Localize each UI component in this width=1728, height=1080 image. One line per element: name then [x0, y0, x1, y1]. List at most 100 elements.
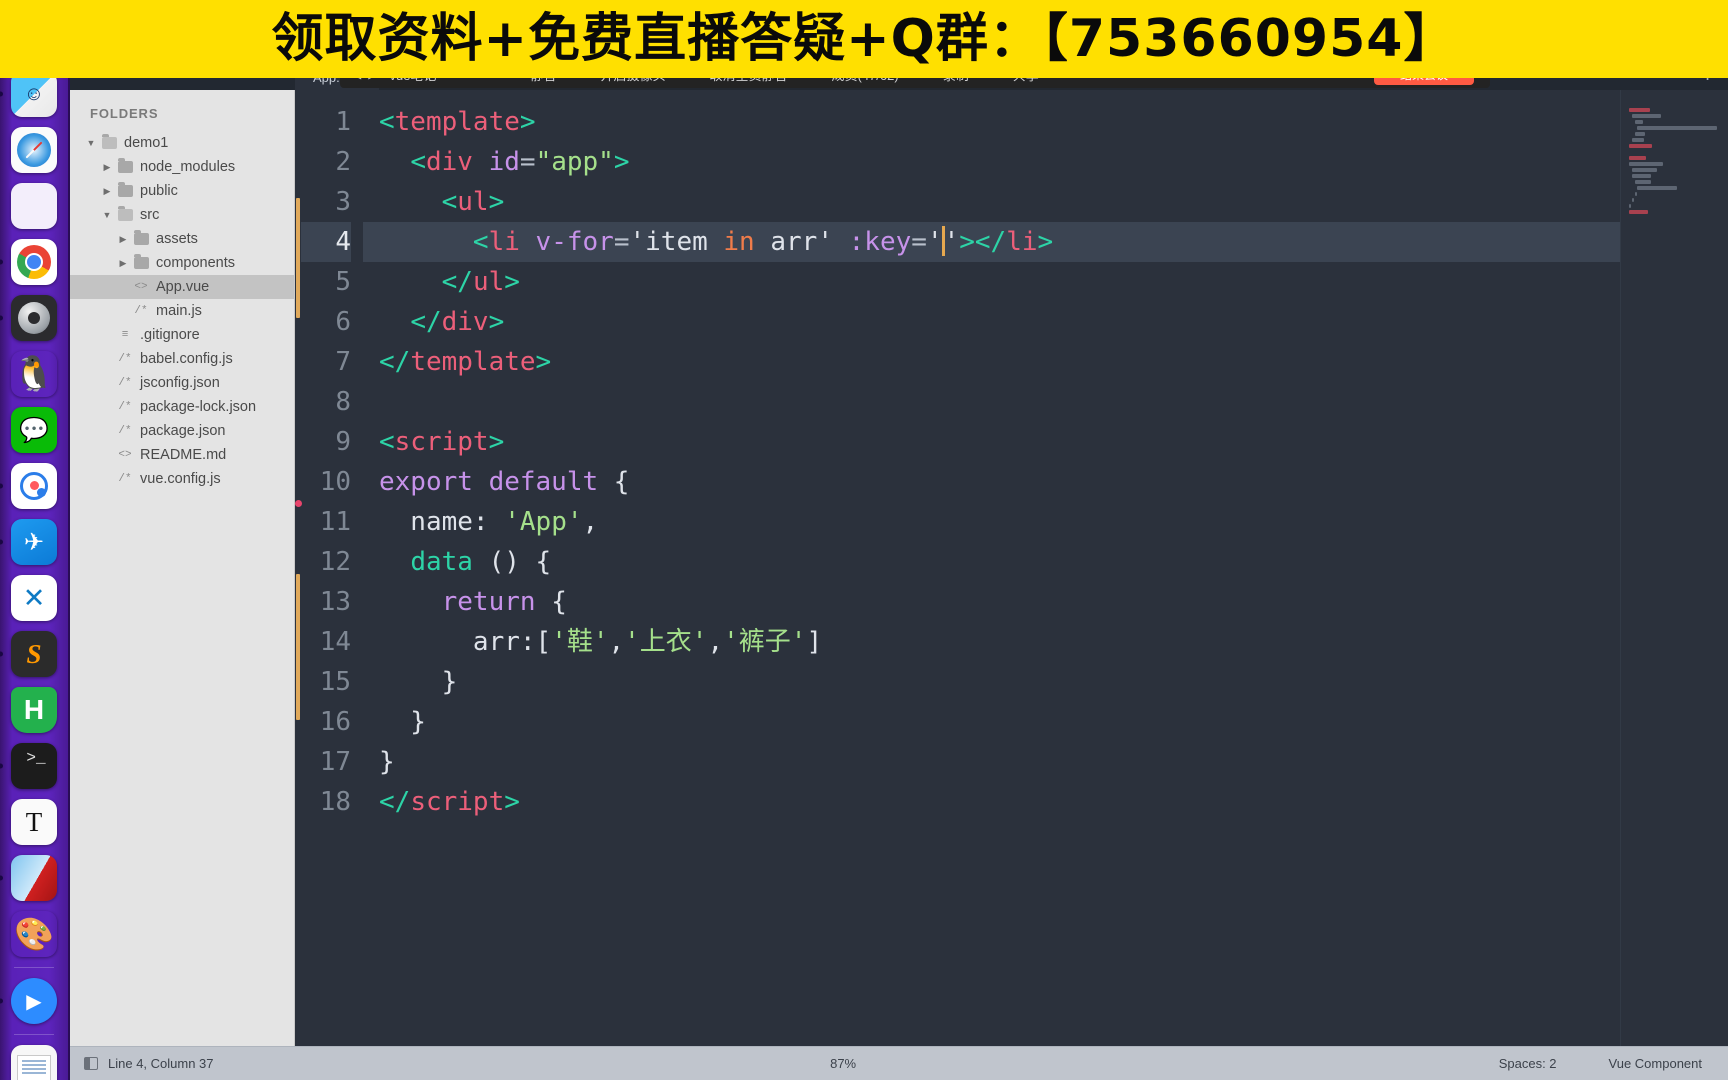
tree-item-public[interactable]: ▶ public [70, 179, 294, 203]
code-line-12[interactable]: data () { [379, 542, 1728, 582]
dock-icon-launchpad[interactable] [11, 183, 57, 229]
code-line-2[interactable]: <div id="app"> [379, 142, 1728, 182]
code-content[interactable]: <template> <div id="app"> <ul> <li v-for… [363, 90, 1728, 1046]
code-line-9[interactable]: <script> [379, 422, 1728, 462]
dock-icon-sublime[interactable]: S [11, 631, 57, 677]
dock-icon-dingtalk[interactable]: ✈ [11, 519, 57, 565]
line-number: 9 [335, 427, 351, 457]
code-line-4[interactable]: <li v-for='item in arr' :key=''></li> [363, 222, 1728, 262]
tree-item-label: package-lock.json [140, 399, 257, 415]
tree-item-components[interactable]: ▶ components [70, 251, 294, 275]
code-line-18[interactable]: </script> [379, 782, 1728, 822]
promo-banner: 领取资料+免费直播答疑+Q群：【753660954】 [0, 0, 1728, 78]
chevron-right-icon[interactable]: ▶ [116, 234, 130, 245]
dock-icon-document[interactable] [11, 1045, 57, 1080]
chevron-down-icon[interactable]: ▼ [100, 210, 114, 220]
code-line-1[interactable]: <template> [379, 102, 1728, 142]
code-line-5[interactable]: </ul> [379, 262, 1728, 302]
dock-icon-chrome[interactable] [11, 239, 57, 285]
dock-icon-hbuilder[interactable]: H [11, 687, 57, 733]
chevron-right-icon[interactable]: ▶ [116, 258, 130, 269]
tree-item-main-js[interactable]: /* main.js [70, 299, 294, 323]
tree-item-jsconfig-json[interactable]: /* jsconfig.json [70, 371, 294, 395]
indentation-label[interactable]: Spaces: 2 [1473, 1056, 1583, 1071]
dock-icon-qq[interactable]: 🐧 [11, 351, 57, 397]
sidebar-file-tree: FOLDERS ▼ demo1 ▶ node_modules ▶ public ▼ src ▶ a… [70, 90, 295, 1046]
code-token: script [394, 427, 489, 457]
code-line-7[interactable]: </template> [379, 342, 1728, 382]
code-token: template [410, 347, 536, 377]
code-token: v-for [535, 227, 614, 257]
dock-icon-vscode[interactable]: ✕ [11, 575, 57, 621]
code-line-3[interactable]: <ul> [379, 182, 1728, 222]
code-line-10[interactable]: export default { [379, 462, 1728, 502]
code-token: > [504, 267, 520, 297]
code-line-14[interactable]: arr:['鞋','上衣','裤子'] [379, 622, 1728, 662]
code-line-17[interactable]: } [379, 742, 1728, 782]
line-number: 8 [335, 387, 351, 417]
code-token: ' [926, 227, 943, 257]
code-token: , [608, 627, 625, 657]
file-icon: /* [118, 377, 132, 389]
chevron-down-icon[interactable]: ▼ [84, 138, 98, 148]
code-line-8[interactable] [379, 382, 1728, 422]
sidebar-toggle-icon[interactable] [84, 1057, 98, 1070]
line-number-gutter: 1 2 3 4 5 6 7 8 9 10 11 12 13 14 15 16 17 18 [301, 90, 363, 1046]
file-icon: /* [118, 401, 132, 413]
dock-icon-typora[interactable]: T [11, 799, 57, 845]
chevron-right-icon[interactable]: ▶ [100, 162, 114, 173]
code-token: () { [472, 547, 552, 577]
tree-item-vue-config-js[interactable]: /* vue.config.js [70, 467, 294, 491]
dock-icon-quicktime[interactable] [11, 295, 57, 341]
code-token: script [410, 787, 505, 817]
tree-item-assets[interactable]: ▶ assets [70, 227, 294, 251]
code-token: } [379, 707, 426, 737]
code-line-15[interactable]: } [379, 662, 1728, 702]
tree-item-package-json[interactable]: /* package.json [70, 419, 294, 443]
tree-item-package-lock-json[interactable]: /* package-lock.json [70, 395, 294, 419]
line-number: 6 [335, 307, 351, 337]
dock-icon-terminal[interactable]: >_ [11, 743, 57, 789]
minimap-line [1629, 162, 1663, 166]
zoom-level-label[interactable]: 87% [804, 1056, 882, 1071]
chevron-right-icon[interactable]: ▶ [100, 186, 114, 197]
dock-icon-wechat[interactable]: 💬 [11, 407, 57, 453]
minimap[interactable] [1620, 90, 1728, 1046]
tree-item-label: main.js [156, 303, 202, 319]
code-token: < [472, 227, 489, 257]
dock-icon-palette[interactable]: 🎨 [11, 911, 57, 957]
code-token: template [394, 107, 520, 137]
code-token: > [488, 307, 505, 337]
line-number: 10 [319, 467, 351, 497]
dock-separator-2 [14, 1034, 54, 1035]
dock-icon-zoom[interactable]: ▶ [11, 978, 57, 1024]
dock-icon-tencent-meeting[interactable] [11, 463, 57, 509]
file-icon: <> [118, 449, 132, 461]
tree-item-readme-md[interactable]: <> README.md [70, 443, 294, 467]
file-icon: ≡ [121, 329, 129, 341]
dock-icon-safari[interactable] [11, 127, 57, 173]
tree-item-src[interactable]: ▼ src [70, 203, 294, 227]
code-line-11[interactable]: name: 'App', [379, 502, 1728, 542]
code-line-13[interactable]: return { [379, 582, 1728, 622]
code-token: "app" [535, 147, 614, 177]
tree-item-demo1[interactable]: ▼ demo1 [70, 131, 294, 155]
minimap-line [1637, 186, 1678, 190]
dock-icon-parallels[interactable] [11, 855, 57, 901]
syntax-label[interactable]: Vue Component [1583, 1056, 1728, 1071]
minimap-line [1631, 168, 1657, 172]
code-line-16[interactable]: } [379, 702, 1728, 742]
tree-item-label: .gitignore [140, 327, 200, 343]
code-token: ul [457, 187, 489, 217]
tree-item-app-vue[interactable]: <> App.vue [70, 275, 294, 299]
tree-item--gitignore[interactable]: ≡ .gitignore [70, 323, 294, 347]
code-token: id [488, 147, 520, 177]
code-line-6[interactable]: </div> [379, 302, 1728, 342]
tree-item-node-modules[interactable]: ▶ node_modules [70, 155, 294, 179]
line-number: 7 [335, 347, 351, 377]
code-token: < [441, 187, 458, 217]
tree-item-babel-config-js[interactable]: /* babel.config.js [70, 347, 294, 371]
